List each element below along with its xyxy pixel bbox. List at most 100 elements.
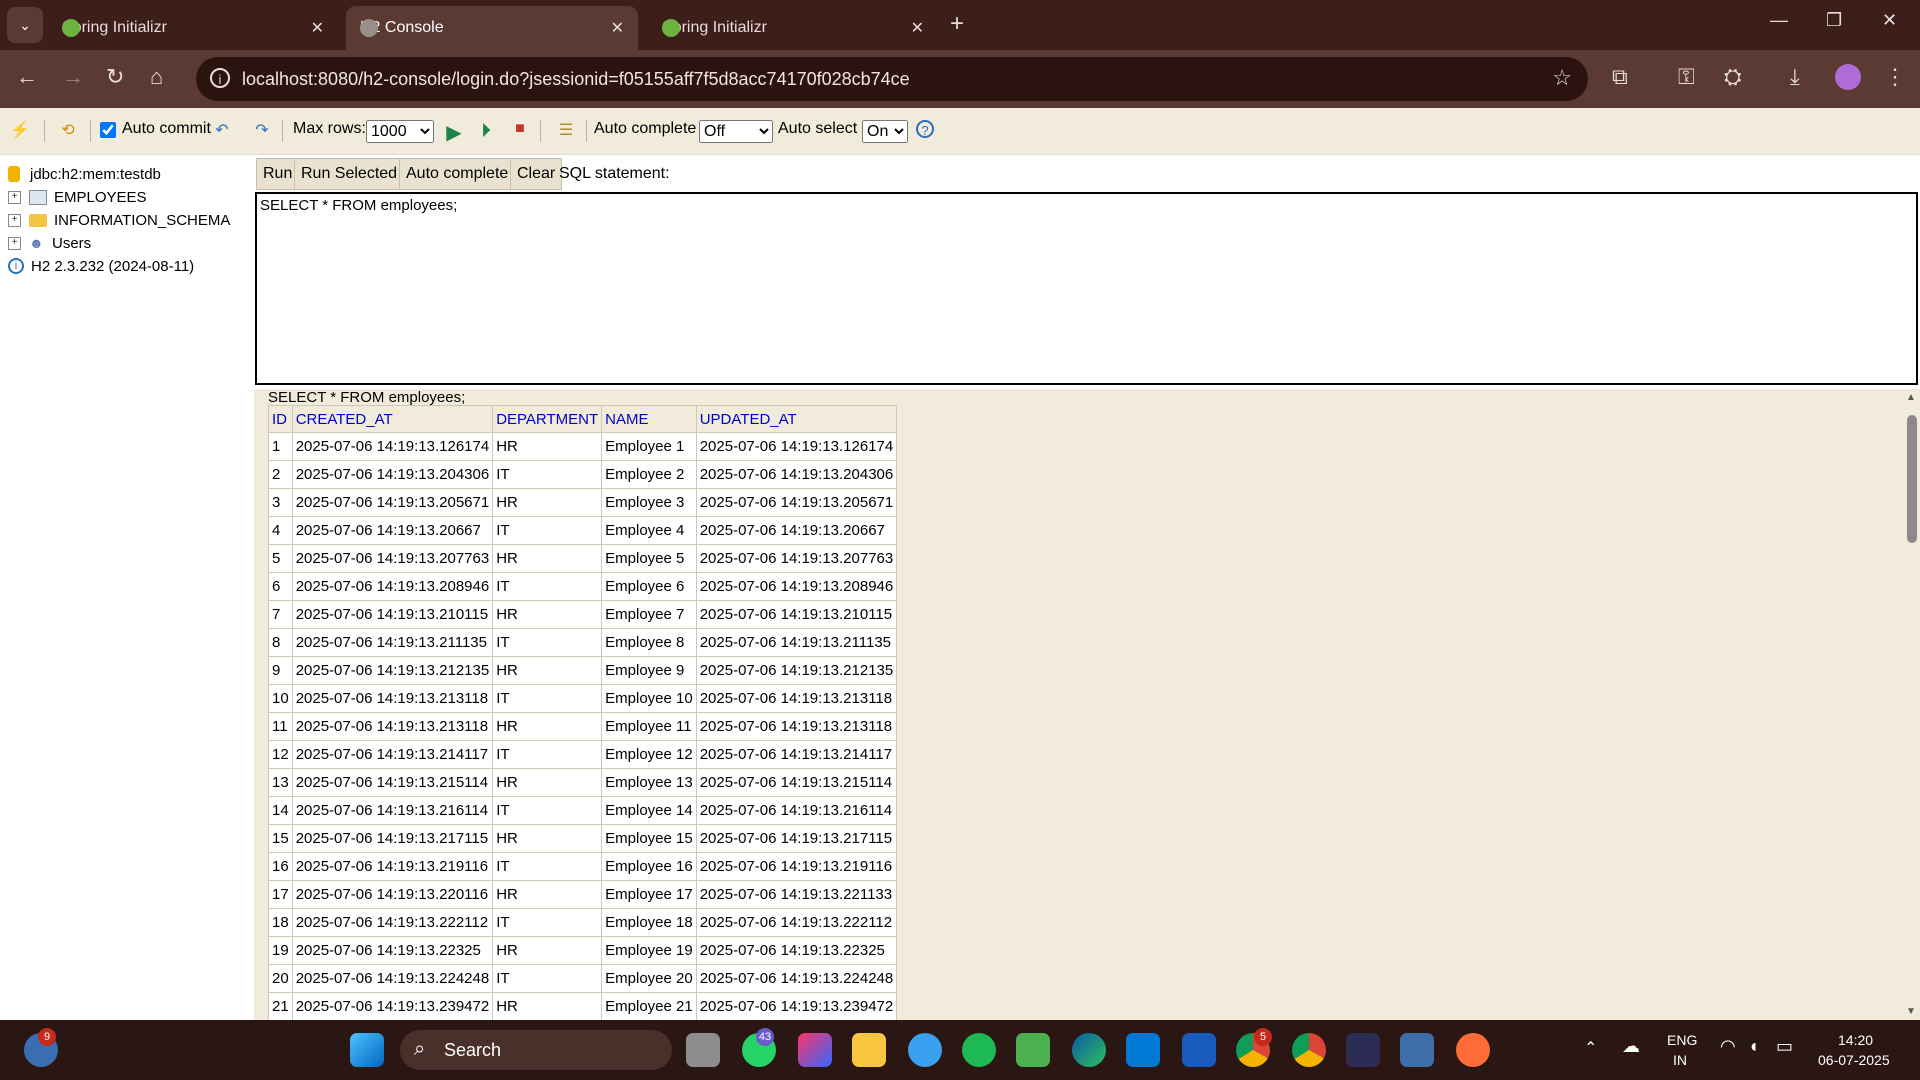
table-cell: Employee 21 [601, 992, 697, 1020]
table-cell: 2025-07-06 14:19:13.219116 [291, 852, 494, 881]
mysql-workbench-icon[interactable] [1400, 1033, 1434, 1067]
schema-tree: jdbc:h2:mem:testdb + EMPLOYEES + INFORMA… [0, 155, 254, 1020]
download-icon[interactable]: ⤓ [1790, 64, 1800, 90]
expand-icon[interactable]: + [8, 213, 21, 227]
table-cell: IT [492, 572, 603, 601]
close-window-button[interactable]: ✕ [1882, 10, 1897, 31]
tab-search-button[interactable]: ⌄ [7, 7, 43, 43]
extensions-icon[interactable]: ⧉ [1612, 64, 1628, 90]
table-cell: IT [492, 460, 603, 489]
tab-spring-initializr-2[interactable]: Spring Initializr ✕ [648, 6, 938, 50]
menu-kebab-icon[interactable]: ⋮ [1884, 64, 1906, 90]
column-header[interactable]: CREATED_AT [291, 405, 494, 433]
minimize-button[interactable]: — [1770, 10, 1788, 31]
table-cell: HR [492, 936, 603, 965]
tab-spring-initializr-1[interactable]: Spring Initializr ✕ [48, 6, 338, 50]
copilot-icon[interactable] [798, 1033, 832, 1067]
password-key-icon[interactable]: ⚿ [1678, 64, 1695, 90]
table-cell: 2025-07-06 14:19:13.126174 [695, 432, 898, 461]
tree-connection[interactable]: jdbc:h2:mem:testdb [8, 163, 161, 185]
profile-avatar[interactable] [1835, 64, 1861, 90]
close-icon[interactable]: ✕ [611, 18, 624, 38]
onedrive-icon[interactable]: ☁ [1622, 1036, 1640, 1057]
auto-complete-select[interactable]: Off [699, 120, 773, 143]
scroll-up-icon[interactable]: ▲ [1906, 392, 1916, 403]
column-header[interactable]: ID [268, 405, 293, 433]
table-cell: Employee 13 [601, 768, 697, 797]
get-help-icon[interactable] [908, 1033, 942, 1067]
eclipse-icon[interactable] [1346, 1033, 1380, 1067]
tab-h2-console[interactable]: H2 Console ✕ [346, 6, 638, 50]
file-explorer-icon[interactable] [852, 1033, 886, 1067]
bookmark-star-icon[interactable]: ☆ [1552, 65, 1572, 91]
users-icon: ☻ [29, 235, 44, 251]
table-cell: HR [492, 488, 603, 517]
volume-icon[interactable]: ◖ [1748, 1036, 1759, 1057]
auto-commit-checkbox[interactable] [100, 122, 116, 138]
sql-editor[interactable] [255, 192, 1918, 385]
rollback-icon[interactable]: ↶ [212, 120, 232, 140]
edge-icon[interactable] [1072, 1033, 1106, 1067]
auto-complete-button[interactable]: Auto complete [399, 158, 516, 190]
auto-select-select[interactable]: On [862, 120, 908, 143]
run-selected-icon[interactable]: ⏵ [476, 120, 496, 142]
table-cell: 18 [268, 908, 293, 937]
taskbar-search[interactable]: ⌕ Search [400, 1030, 672, 1070]
run-icon[interactable]: ▶ [444, 120, 464, 144]
clock-time[interactable]: 14:20 [1838, 1032, 1873, 1048]
spotify-icon[interactable] [962, 1033, 996, 1067]
chrome-profile-icon[interactable] [1292, 1033, 1326, 1067]
column-header[interactable]: UPDATED_AT [695, 405, 898, 433]
start-icon[interactable] [350, 1033, 384, 1067]
reload-icon[interactable]: ↻ [106, 64, 124, 90]
incognito-icon[interactable]: ⛭ [1724, 64, 1742, 90]
scroll-down-icon[interactable]: ▼ [1906, 1006, 1916, 1017]
battery-icon[interactable]: ▭ [1776, 1036, 1793, 1057]
spring-icon [662, 19, 680, 37]
tree-item-employees[interactable]: + EMPLOYEES [8, 186, 147, 208]
tree-item-users[interactable]: + ☻ Users [8, 232, 91, 254]
run-selected-button[interactable]: Run Selected [294, 158, 405, 190]
max-rows-select[interactable]: 1000 [366, 120, 434, 143]
scrollbar-thumb[interactable] [1907, 415, 1917, 543]
disconnect-icon[interactable]: ⚡ [10, 120, 30, 140]
table-cell: Employee 19 [601, 936, 697, 965]
back-icon[interactable]: ← [16, 64, 38, 90]
restore-button[interactable]: ❐ [1826, 10, 1842, 31]
expand-icon[interactable]: + [8, 236, 21, 250]
language-indicator[interactable]: ENG [1667, 1032, 1697, 1048]
close-icon[interactable]: ✕ [911, 18, 924, 38]
expand-icon[interactable]: + [8, 190, 21, 204]
clear-button[interactable]: Clear [510, 158, 563, 190]
column-header[interactable]: DEPARTMENT [492, 405, 603, 433]
browser-tab-strip: ⌄ Spring Initializr ✕ H2 Console ✕ Sprin… [0, 0, 1920, 50]
wifi-icon[interactable]: ◠ [1720, 1036, 1736, 1057]
run-button[interactable]: Run [256, 158, 300, 190]
table-cell: HR [492, 768, 603, 797]
table-icon [29, 189, 47, 205]
close-icon[interactable]: ✕ [311, 18, 324, 38]
history-icon[interactable]: ☰ [556, 120, 576, 140]
column-header[interactable]: NAME [601, 405, 697, 433]
help-icon[interactable]: ? [916, 120, 934, 138]
commit-icon[interactable]: ↷ [252, 120, 272, 140]
excel-like-icon[interactable] [1016, 1033, 1050, 1067]
word-icon[interactable] [1182, 1033, 1216, 1067]
home-icon[interactable]: ⌂ [150, 64, 163, 90]
result-scrollbar[interactable]: ▲ ▼ [1903, 389, 1920, 1020]
stop-icon[interactable]: ■ [510, 120, 530, 140]
table-cell: 2025-07-06 14:19:13.212135 [291, 656, 494, 685]
table-cell: Employee 6 [601, 572, 697, 601]
address-bar[interactable]: i localhost:8080/h2-console/login.do?jse… [196, 57, 1588, 101]
result-table: ID CREATED_AT DEPARTMENT NAME UPDATED_AT 1 20… [268, 405, 898, 1020]
search-icon: ⌕ [414, 1038, 426, 1060]
new-tab-button[interactable]: + [950, 10, 964, 38]
site-info-icon[interactable]: i [210, 68, 230, 88]
postman-icon[interactable] [1456, 1033, 1490, 1067]
tree-item-information-schema[interactable]: + INFORMATION_SCHEMA [8, 209, 230, 231]
forward-icon[interactable]: → [62, 64, 84, 90]
tray-overflow-icon[interactable]: ⌃ [1584, 1038, 1597, 1058]
refresh-icon[interactable]: ⟲ [58, 120, 78, 140]
vscode-icon[interactable] [1126, 1033, 1160, 1067]
task-view-icon[interactable] [686, 1033, 720, 1067]
